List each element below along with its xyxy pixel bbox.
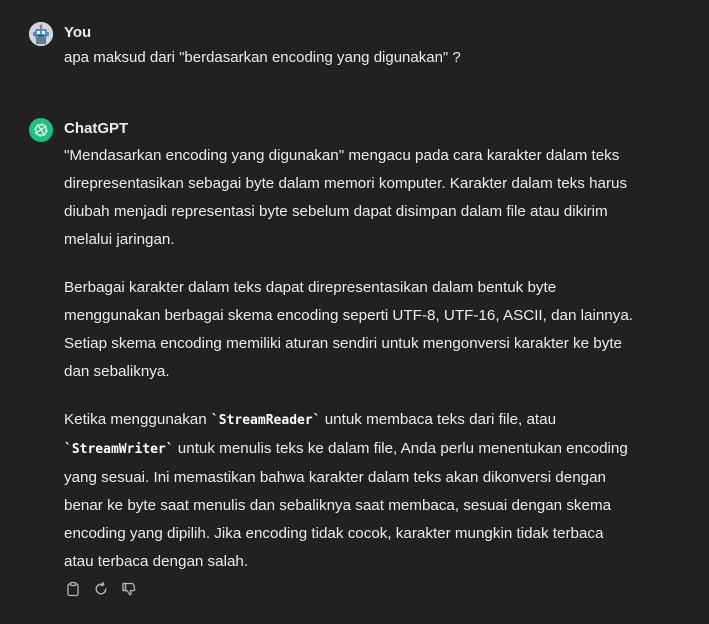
- thumbs-down-button[interactable]: [120, 580, 138, 598]
- text-segment: Ketika menggunakan: [64, 411, 211, 428]
- text-line: atau terbaca dengan salah.: [64, 553, 249, 570]
- text-line: direpresentasikan sebagai byte dalam mem…: [64, 175, 628, 192]
- regenerate-icon: [95, 581, 107, 595]
- robot-avatar-icon: [29, 22, 53, 46]
- text-line: diubah menjadi representasi byte sebelum…: [64, 203, 608, 220]
- text-line: Ketika menggunakan `StreamReader` untuk …: [64, 406, 674, 435]
- chatgpt-avatar: [29, 118, 53, 142]
- text-line: melalui jaringan.: [64, 231, 175, 248]
- answer-paragraph-1: "Mendasarkan encoding yang digunakan" me…: [64, 142, 674, 254]
- openai-logo-icon: [34, 123, 48, 137]
- regenerate-button[interactable]: [92, 580, 110, 598]
- text-line: Berbagai karakter dalam teks dapat direp…: [64, 279, 557, 296]
- answer-paragraph-3: Ketika menggunakan `StreamReader` untuk …: [64, 406, 674, 576]
- answer-paragraph-2: Berbagai karakter dalam teks dapat direp…: [64, 274, 674, 386]
- text-line: yang sesuai. Ini memastikan bahwa karakt…: [64, 469, 606, 486]
- text-line: encoding yang dipilih. Jika encoding tid…: [64, 525, 604, 542]
- user-message-text: apa maksud dari "berdasarkan encoding ya…: [64, 49, 461, 66]
- user-author-name: You: [64, 24, 92, 41]
- text-line: menggunakan berbagai skema encoding sepe…: [64, 307, 633, 324]
- user-avatar: [29, 22, 53, 46]
- text-segment: untuk membaca teks dari file, atau: [320, 411, 557, 428]
- text-line: benar ke byte saat menulis dan sebalikny…: [64, 497, 612, 514]
- thumbs-down-icon: [122, 582, 136, 596]
- message-actions: [64, 580, 138, 598]
- assistant-message-body: "Mendasarkan encoding yang digunakan" me…: [64, 142, 674, 596]
- inline-code-streamreader: `StreamReader`: [210, 413, 321, 428]
- inline-code-streamwriter: `StreamWriter`: [64, 442, 174, 457]
- text-line: `StreamWriter` untuk menulis teks ke dal…: [64, 435, 674, 464]
- clipboard-icon: [67, 581, 79, 597]
- text-line: "Mendasarkan encoding yang digunakan" me…: [64, 147, 620, 164]
- assistant-author-name: ChatGPT: [64, 120, 129, 137]
- copy-button[interactable]: [64, 580, 82, 598]
- text-segment: untuk menulis teks ke dalam file, Anda p…: [173, 440, 628, 457]
- text-line: Setiap skema encoding memiliki aturan se…: [64, 335, 622, 352]
- text-line: dan sebaliknya.: [64, 363, 170, 380]
